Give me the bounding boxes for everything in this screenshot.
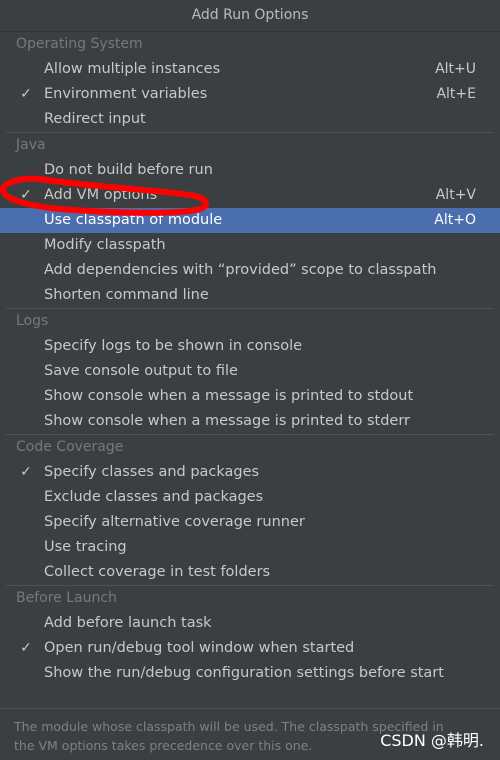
menu-item-label: Add VM options — [44, 187, 158, 203]
check-icon: ✓ — [20, 86, 32, 102]
section-header: Operating System — [16, 36, 143, 52]
shortcut-label: Alt+E — [436, 86, 476, 102]
menu-item-show-console-when-a-message-is-printed-to-stderr[interactable]: Show console when a message is printed t… — [0, 409, 500, 434]
section-header: Code Coverage — [16, 439, 124, 455]
section-java: Java Do not build before run ✓ Add VM optio… — [0, 132, 500, 308]
section-header: Before Launch — [16, 590, 117, 606]
menu-item-label: Shorten command line — [44, 287, 209, 303]
menu-item-label: Use classpath of module — [44, 212, 223, 228]
options-menu: Operating System Allow multiple instances… — [0, 32, 500, 686]
menu-item-collect-coverage-in-test-folders[interactable]: Collect coverage in test folders — [0, 560, 500, 585]
menu-item-do-not-build-before-run[interactable]: Do not build before run — [0, 158, 500, 183]
menu-item-specify-classes-and-packages[interactable]: ✓ Specify classes and packages — [0, 460, 500, 485]
menu-item-save-console-output-to-file[interactable]: Save console output to file — [0, 359, 500, 384]
menu-item-allow-multiple-instances[interactable]: Allow multiple instances Alt+U — [0, 57, 500, 82]
menu-item-label: Show console when a message is printed t… — [44, 413, 410, 429]
menu-item-exclude-classes-and-packages[interactable]: Exclude classes and packages — [0, 485, 500, 510]
add-run-options-popup: Add Run Options Operating System Allow mu… — [0, 0, 500, 760]
check-icon: ✓ — [20, 640, 32, 656]
menu-item-specify-logs-to-be-shown-in-console[interactable]: Specify logs to be shown in console — [0, 334, 500, 359]
section-operating-system: Operating System Allow multiple instances… — [0, 32, 500, 132]
csdn-watermark: CSDN @韩明. — [380, 731, 484, 750]
menu-item-label: Specify classes and packages — [44, 464, 260, 480]
menu-item-label: Modify classpath — [44, 237, 166, 253]
popup-title: Add Run Options — [0, 0, 500, 32]
description-footer: The module whose classpath will be used.… — [0, 708, 500, 760]
shortcut-label: Alt+V — [435, 187, 476, 203]
menu-item-label: Specify alternative coverage runner — [44, 514, 305, 530]
menu-item-shorten-command-line[interactable]: Shorten command line — [0, 283, 500, 308]
menu-item-label: Do not build before run — [44, 162, 213, 178]
menu-item-label: Specify logs to be shown in console — [44, 338, 303, 354]
menu-item-add-before-launch-task[interactable]: Add before launch task — [0, 611, 500, 636]
menu-item-open-run-debug-tool-window-when-started[interactable]: ✓ Open run/debug tool window when started — [0, 636, 500, 661]
menu-item-add-vm-options[interactable]: ✓ Add VM options Alt+V — [0, 183, 500, 208]
check-icon: ✓ — [20, 464, 32, 480]
menu-item-environment-variables[interactable]: ✓ Environment variables Alt+E — [0, 82, 500, 107]
menu-item-label: Show console when a message is printed t… — [44, 388, 414, 404]
menu-item-use-tracing[interactable]: Use tracing — [0, 535, 500, 560]
menu-item-label: Collect coverage in test folders — [44, 564, 271, 580]
menu-item-label: Exclude classes and packages — [44, 489, 264, 505]
section-code-coverage: Code Coverage ✓ Specify classes and packag… — [0, 434, 500, 585]
menu-item-label: Use tracing — [44, 539, 127, 555]
shortcut-label: Alt+O — [434, 212, 476, 228]
menu-item-label: Add before launch task — [44, 615, 212, 631]
menu-item-label: Save console output to file — [44, 363, 238, 379]
section-header: Logs — [16, 313, 49, 329]
menu-item-show-console-when-a-message-is-printed-to-stdout[interactable]: Show console when a message is printed t… — [0, 384, 500, 409]
menu-item-label: Add dependencies with “provided” scope t… — [44, 262, 437, 278]
menu-item-use-classpath-of-module[interactable]: Use classpath of module Alt+O — [0, 208, 500, 233]
section-header: Java — [16, 137, 46, 153]
menu-item-label: Environment variables — [44, 86, 208, 102]
menu-item-specify-alternative-coverage-runner[interactable]: Specify alternative coverage runner — [0, 510, 500, 535]
menu-item-label: Open run/debug tool window when started — [44, 640, 355, 656]
menu-item-label: Show the run/debug configuration setting… — [44, 665, 444, 681]
section-logs: Logs Specify logs to be shown in console S… — [0, 308, 500, 434]
menu-item-add-dependencies-with-provided-scope-to-classpath[interactable]: Add dependencies with “provided” scope t… — [0, 258, 500, 283]
shortcut-label: Alt+U — [435, 61, 476, 77]
menu-item-label: Allow multiple instances — [44, 61, 221, 77]
check-icon: ✓ — [20, 187, 32, 203]
section-before-launch: Before Launch Add before launch task ✓ Open… — [0, 585, 500, 686]
menu-item-label: Redirect input — [44, 111, 146, 127]
menu-item-modify-classpath[interactable]: Modify classpath — [0, 233, 500, 258]
menu-item-show-the-run-debug-configuration-settings-before-start[interactable]: Show the run/debug configuration setting… — [0, 661, 500, 686]
menu-item-redirect-input[interactable]: Redirect input — [0, 107, 500, 132]
